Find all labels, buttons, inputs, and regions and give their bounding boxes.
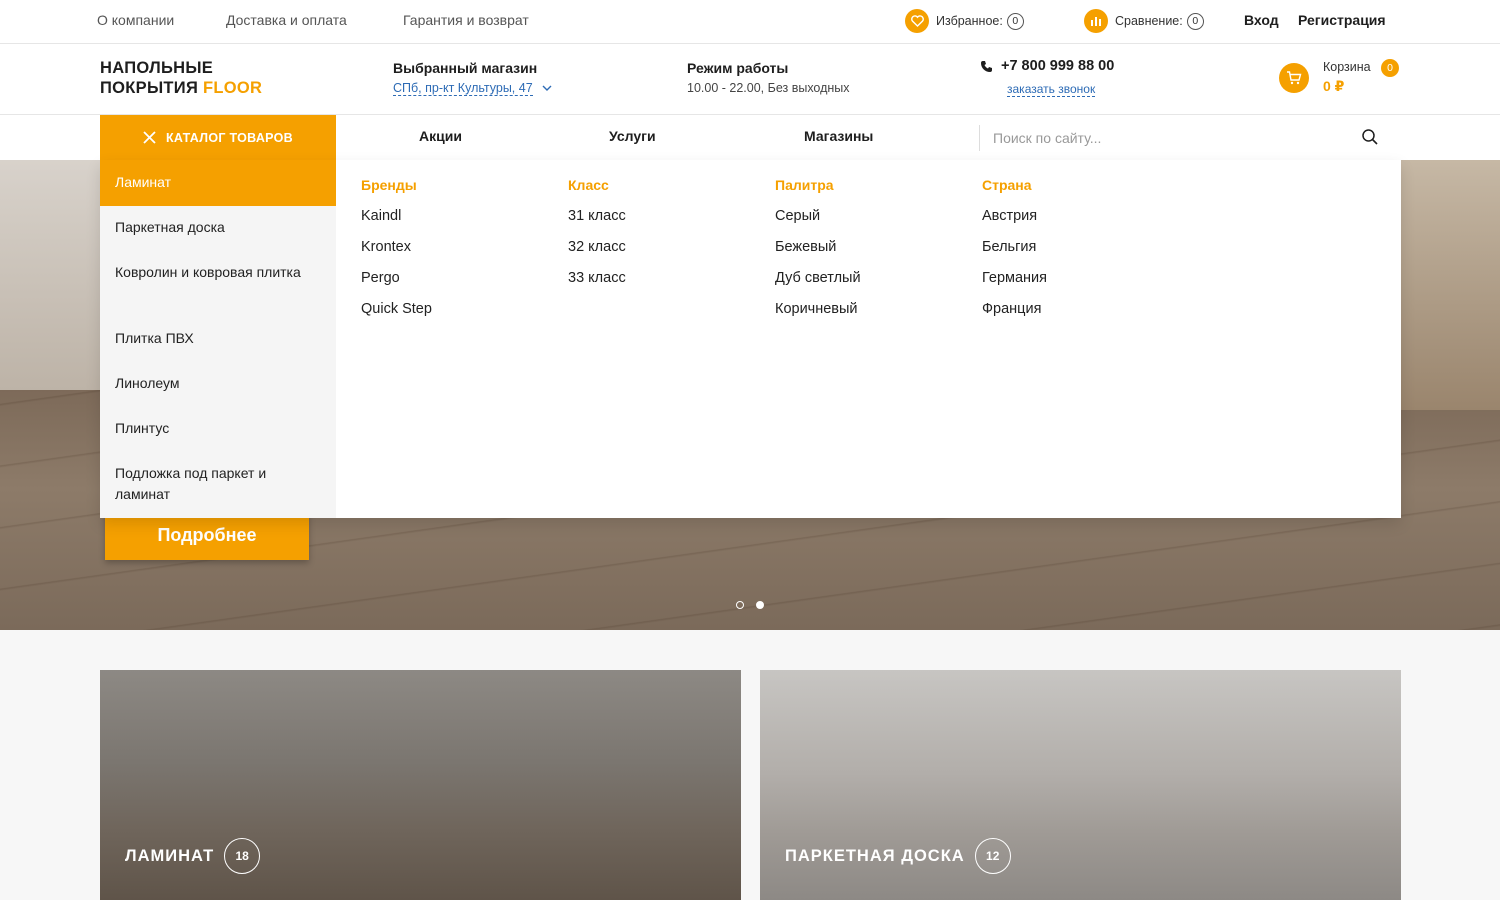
category-item-carpet[interactable]: Ковролин и ковровая плитка <box>100 262 336 283</box>
filter-column-country: Страна Австрия Бельгия Германия Франция <box>982 177 1172 332</box>
catalog-toggle-button[interactable]: КАТАЛОГ ТОВАРОВ <box>100 115 336 160</box>
filter-link[interactable]: Kaindl <box>361 208 551 239</box>
register-link[interactable]: Регистрация <box>1298 12 1386 28</box>
top-link-about[interactable]: О компании <box>97 12 174 28</box>
compare-count: 0 <box>1186 12 1204 30</box>
catalog-category-list: Ламинат Паркетная доска Ковролин и ковро… <box>100 160 336 518</box>
column-title: Страна <box>982 177 1032 193</box>
phone-icon <box>981 60 992 72</box>
store-dropdown[interactable]: СПб, пр-кт Культуры, 47 <box>393 81 552 96</box>
category-item-skirting[interactable]: Плинтус <box>100 418 336 439</box>
chevron-down-icon <box>542 85 552 91</box>
search-icon[interactable] <box>1361 128 1379 146</box>
cart-sum: 0 ₽ <box>1323 78 1345 94</box>
filter-link[interactable]: Франция <box>982 301 1172 332</box>
filter-link[interactable]: Коричневый <box>775 301 965 332</box>
category-item-pvc-tile[interactable]: Плитка ПВХ <box>100 328 336 349</box>
nav-link-promotions[interactable]: Акции <box>419 128 462 144</box>
category-tile-title: ПАРКЕТНАЯ ДОСКА 12 <box>785 838 1011 874</box>
catalog-label: КАТАЛОГ ТОВАРОВ <box>165 130 294 145</box>
callback-link[interactable]: заказать звонок <box>1007 82 1096 97</box>
filter-link[interactable]: Дуб светлый <box>775 270 965 301</box>
nav-link-services[interactable]: Услуги <box>609 128 656 144</box>
store-title: Выбранный магазин <box>393 60 538 76</box>
filter-link[interactable]: 32 класс <box>568 239 758 270</box>
top-link-warranty[interactable]: Гарантия и возврат <box>403 12 529 28</box>
tile-label: ЛАМИНАТ <box>125 846 215 865</box>
filter-column-class: Класс 31 класс 32 класс 33 класс <box>568 177 758 301</box>
nav-link-stores[interactable]: Магазины <box>804 128 873 144</box>
column-title: Бренды <box>361 177 417 193</box>
store-selector: Выбранный магазин СПб, пр-кт Культуры, 4… <box>393 60 552 96</box>
search-input[interactable] <box>993 126 1353 150</box>
catalog-dropdown: Ламинат Паркетная доска Ковролин и ковро… <box>100 160 1401 518</box>
category-tile-laminate[interactable]: ЛАМИНАТ 18 <box>100 670 741 900</box>
favorites-label: Избранное: <box>936 14 1003 28</box>
favorites-count: 0 <box>1006 12 1024 30</box>
column-title: Класс <box>568 177 609 193</box>
filter-link[interactable]: Pergo <box>361 270 551 301</box>
slider-dot-2[interactable] <box>756 601 764 609</box>
filter-link[interactable]: Krontex <box>361 239 551 270</box>
filter-link[interactable]: Бежевый <box>775 239 965 270</box>
filter-link[interactable]: Бельгия <box>982 239 1172 270</box>
favorites-link[interactable]: Избранное: 0 <box>905 9 1024 33</box>
tile-count: 18 <box>224 838 261 874</box>
cart-count-badge: 0 <box>1381 59 1399 77</box>
category-item-parquet[interactable]: Паркетная доска <box>100 217 336 238</box>
category-item-laminate[interactable]: Ламинат <box>100 160 336 206</box>
main-nav: КАТАЛОГ ТОВАРОВ Акции Услуги Магазины <box>0 115 1500 160</box>
heart-icon <box>905 9 929 33</box>
filter-column-palette: Палитра Серый Бежевый Дуб светлый Коричн… <box>775 177 965 332</box>
filter-link[interactable]: Германия <box>982 270 1172 301</box>
hero-image-right <box>1400 160 1500 410</box>
logo[interactable]: НАПОЛЬНЫЕ ПОКРЫТИЯ FLOOR <box>100 58 262 98</box>
compare-label: Сравнение: <box>1115 14 1183 28</box>
top-link-delivery[interactable]: Доставка и оплата <box>226 12 347 28</box>
filter-column-brands: Бренды Kaindl Krontex Pergo Quick Step <box>361 177 551 332</box>
logo-line-1: НАПОЛЬНЫЕ <box>100 59 214 77</box>
hero-image-left <box>0 160 100 390</box>
tile-count: 12 <box>974 838 1011 874</box>
category-tile-title: ЛАМИНАТ 18 <box>125 838 261 874</box>
filter-link[interactable]: 33 класс <box>568 270 758 301</box>
tile-label: ПАРКЕТНАЯ ДОСКА <box>785 846 965 865</box>
header: НАПОЛЬНЫЕ ПОКРЫТИЯ FLOOR Выбранный магаз… <box>0 44 1500 115</box>
search-box <box>979 125 1399 151</box>
working-hours: Режим работы 10.00 - 22.00, Без выходных <box>687 60 850 95</box>
top-bar: О компании Доставка и оплата Гарантия и … <box>0 0 1500 44</box>
cart-icon[interactable] <box>1279 63 1309 93</box>
hours-title: Режим работы <box>687 60 789 76</box>
category-tile-parquet[interactable]: ПАРКЕТНАЯ ДОСКА 12 <box>760 670 1401 900</box>
filter-link[interactable]: 31 класс <box>568 208 758 239</box>
slider-dot-1[interactable] <box>736 601 744 609</box>
category-item-linoleum[interactable]: Линолеум <box>100 373 336 394</box>
filter-link[interactable]: Quick Step <box>361 301 551 332</box>
phone-number[interactable]: +7 800 999 88 00 <box>980 58 1114 74</box>
bar-chart-icon <box>1084 9 1108 33</box>
cart-label[interactable]: Корзина <box>1323 60 1371 74</box>
category-item-underlay[interactable]: Подложка под паркет и ламинат <box>100 463 336 505</box>
column-title: Палитра <box>775 177 834 193</box>
login-link[interactable]: Вход <box>1244 12 1279 28</box>
logo-accent: FLOOR <box>203 79 263 97</box>
logo-line-2: ПОКРЫТИЯ <box>100 79 199 97</box>
compare-link[interactable]: Сравнение: 0 <box>1084 9 1204 33</box>
filter-link[interactable]: Австрия <box>982 208 1172 239</box>
store-value[interactable]: СПб, пр-кт Культуры, 47 <box>393 81 533 96</box>
filter-link[interactable]: Серый <box>775 208 965 239</box>
hours-value: 10.00 - 22.00, Без выходных <box>687 81 850 95</box>
phone-text: +7 800 999 88 00 <box>1001 58 1115 74</box>
close-icon <box>143 131 156 144</box>
